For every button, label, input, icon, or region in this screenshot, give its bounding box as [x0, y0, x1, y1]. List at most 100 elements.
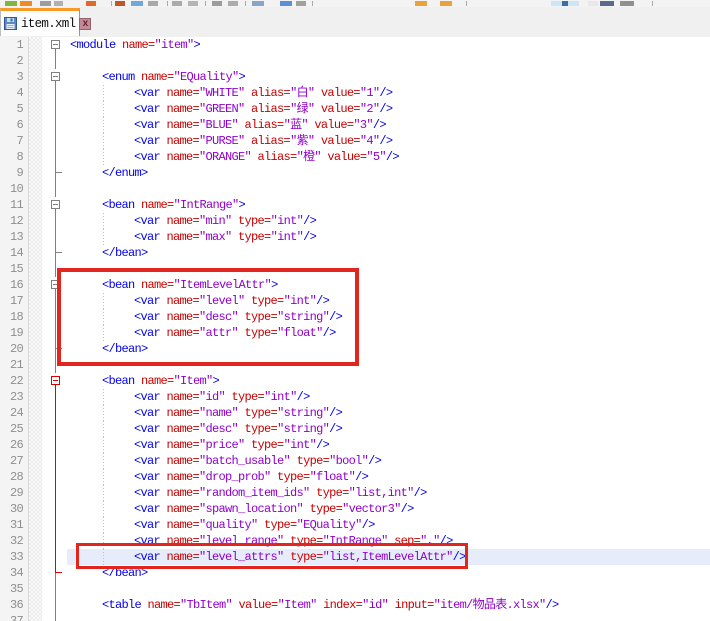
code-line[interactable]: 12 <var name="min" type="int"/> [0, 213, 710, 229]
line-number[interactable]: 27 [0, 453, 29, 469]
line-number[interactable]: 1 [0, 37, 29, 53]
toolbar-icon-fragment[interactable] [40, 1, 51, 6]
code-line[interactable]: 23<var name="id" type="int"/> [0, 389, 710, 405]
toolbar-icon-fragment[interactable] [296, 1, 306, 6]
line-number[interactable]: 29 [0, 485, 29, 501]
code-text[interactable]: <enum name="EQuality"> [67, 69, 710, 85]
toolbar-icon-fragment[interactable] [148, 1, 158, 6]
code-line[interactable]: 11<bean name="IntRange"> [0, 197, 710, 213]
line-number[interactable]: 24 [0, 405, 29, 421]
code-line[interactable]: 19<var name="attr" type="float"/> [0, 325, 710, 341]
code-line[interactable]: 2 [0, 53, 710, 69]
bookmark-margin[interactable] [29, 261, 42, 277]
fold-toggle-icon[interactable] [42, 373, 67, 389]
toolbar-icon-fragment[interactable] [115, 1, 125, 6]
code-line[interactable]: 21 [0, 357, 710, 373]
code-line[interactable]: 5<var name="GREEN" alias="绿" value="2"/> [0, 101, 710, 117]
code-line[interactable]: 18<var name="desc" type="string"/> [0, 309, 710, 325]
bookmark-margin[interactable] [29, 149, 42, 165]
line-number[interactable]: 32 [0, 533, 29, 549]
code-text[interactable]: <var name="PURSE" alias="紫" value="4"/> [67, 133, 710, 149]
bookmark-margin[interactable] [29, 485, 42, 501]
code-line[interactable]: 32 <var name="level_range" type="IntRange… [0, 533, 710, 549]
code-text[interactable]: <var name="drop_prob" type="float"/> [67, 469, 710, 485]
bookmark-margin[interactable] [29, 613, 42, 621]
bookmark-margin[interactable] [29, 325, 42, 341]
bookmark-margin[interactable] [29, 501, 42, 517]
close-icon[interactable]: x [79, 18, 91, 30]
toolbar-icon-fragment[interactable] [228, 1, 238, 6]
toolbar-icon-fragment[interactable] [245, 1, 246, 6]
code-text[interactable]: <var name="min" type="int"/> [67, 213, 710, 229]
code-text[interactable] [67, 53, 710, 69]
line-number[interactable]: 14 [0, 245, 29, 261]
toolbar-icon-fragment[interactable] [620, 1, 634, 6]
bookmark-margin[interactable] [29, 581, 42, 597]
code-line[interactable]: 22<bean name="Item"> [0, 373, 710, 389]
line-number[interactable]: 35 [0, 581, 29, 597]
toolbar-icon-fragment[interactable] [252, 1, 264, 6]
line-number[interactable]: 26 [0, 437, 29, 453]
code-text[interactable]: <var name="level_range" type="IntRange" … [67, 533, 710, 549]
code-line[interactable]: 26<var name="price" type="int"/> [0, 437, 710, 453]
tab-item-xml[interactable]: item.xml x [0, 8, 80, 36]
bookmark-margin[interactable] [29, 69, 42, 85]
line-number[interactable]: 4 [0, 85, 29, 101]
line-number[interactable]: 16 [0, 277, 29, 293]
toolbar-icon-fragment[interactable] [280, 1, 292, 6]
bookmark-margin[interactable] [29, 37, 42, 53]
code-text[interactable]: <table name="TbItem" value="Item" index=… [67, 597, 710, 613]
code-text[interactable]: <var name="desc" type="string"/> [67, 309, 710, 325]
code-line[interactable]: 27 <var name="batch_usable" type="bool"/> [0, 453, 710, 469]
code-line[interactable]: 31<var name="quality" type="EQuality"/> [0, 517, 710, 533]
code-text[interactable]: <var name="batch_usable" type="bool"/> [67, 453, 710, 469]
bookmark-margin[interactable] [29, 85, 42, 101]
code-line[interactable]: 35 [0, 581, 710, 597]
bookmark-margin[interactable] [29, 453, 42, 469]
bookmark-margin[interactable] [29, 549, 42, 565]
bookmark-margin[interactable] [29, 245, 42, 261]
code-text[interactable]: <var name="quality" type="EQuality"/> [67, 517, 710, 533]
code-text[interactable]: <var name="desc" type="string"/> [67, 421, 710, 437]
code-text[interactable]: <var name="BLUE" alias="蓝" value="3"/> [67, 117, 710, 133]
code-line[interactable]: 36<table name="TbItem" value="Item" inde… [0, 597, 710, 613]
line-number[interactable]: 12 [0, 213, 29, 229]
bookmark-margin[interactable] [29, 437, 42, 453]
bookmark-margin[interactable] [29, 293, 42, 309]
code-line[interactable]: 1<module name="item"> [0, 37, 710, 53]
bookmark-margin[interactable] [29, 277, 42, 293]
code-text[interactable]: </bean> [67, 245, 710, 261]
toolbar-icon-fragment[interactable] [5, 1, 17, 6]
toolbar-icon-fragment[interactable] [466, 1, 467, 6]
code-text[interactable]: <var name="ORANGE" alias="橙" value="5"/> [67, 149, 710, 165]
code-line[interactable]: 33<var name="level_attrs" type="list,Ite… [0, 549, 710, 565]
bookmark-margin[interactable] [29, 213, 42, 229]
code-text[interactable]: <var name="random_item_ids" type="list,i… [67, 485, 710, 501]
code-line[interactable]: 10 [0, 181, 710, 197]
toolbar-icon-fragment[interactable] [652, 1, 653, 6]
bookmark-margin[interactable] [29, 229, 42, 245]
code-line[interactable]: 14 </bean> [0, 245, 710, 261]
toolbar-icon-fragment[interactable] [111, 1, 112, 6]
toolbar-icon-fragment[interactable] [86, 1, 96, 6]
line-number[interactable]: 6 [0, 117, 29, 133]
code-text[interactable]: <var name="name" type="string"/> [67, 405, 710, 421]
line-number[interactable]: 30 [0, 501, 29, 517]
code-text[interactable]: </enum> [67, 165, 710, 181]
toolbar-icon-fragment[interactable] [212, 1, 222, 6]
code-text[interactable]: <bean name="IntRange"> [67, 197, 710, 213]
toolbar-icon-fragment[interactable] [588, 1, 598, 6]
toolbar-icon-fragment[interactable] [131, 1, 143, 6]
code-line[interactable]: 8<var name="ORANGE" alias="橙" value="5"/… [0, 149, 710, 165]
code-text[interactable]: </bean> [67, 565, 710, 581]
code-text[interactable] [67, 261, 710, 277]
code-text[interactable] [67, 613, 710, 621]
line-number[interactable]: 3 [0, 69, 29, 85]
code-text[interactable]: <var name="GREEN" alias="绿" value="2"/> [67, 101, 710, 117]
code-text[interactable]: <bean name="ItemLevelAttr"> [67, 277, 710, 293]
code-text[interactable] [67, 181, 710, 197]
code-line[interactable]: 25<var name="desc" type="string"/> [0, 421, 710, 437]
code-text[interactable] [67, 581, 710, 597]
bookmark-margin[interactable] [29, 405, 42, 421]
line-number[interactable]: 7 [0, 133, 29, 149]
